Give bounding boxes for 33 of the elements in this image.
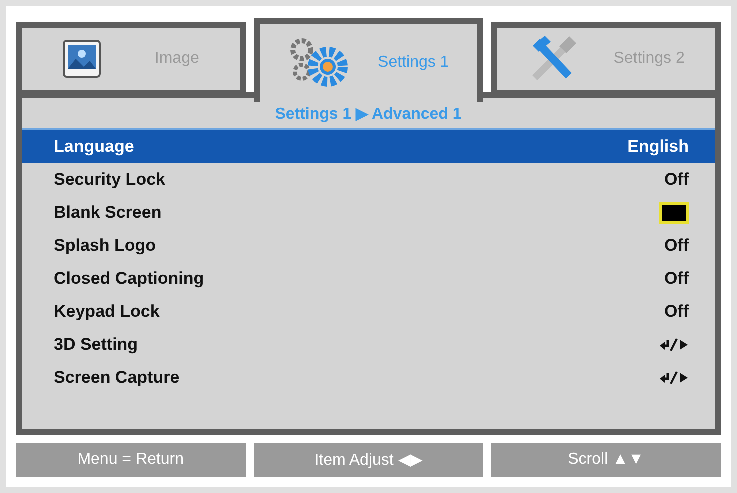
menu-row[interactable]: Security Lock Off [22, 163, 715, 196]
option-value: Off [664, 302, 689, 322]
color-swatch [659, 202, 689, 224]
menu-row[interactable]: Splash Logo Off [22, 229, 715, 262]
menu-row[interactable]: 3D Setting [22, 328, 715, 361]
option-value: Off [664, 268, 689, 288]
gears-icon [288, 37, 350, 89]
menu-row[interactable]: Screen Capture [22, 361, 715, 394]
menu-row[interactable]: Closed Captioning Off [22, 262, 715, 295]
option-label: Closed Captioning [54, 268, 204, 288]
option-value: English [628, 136, 689, 156]
option-label: 3D Setting [54, 334, 138, 354]
option-label: Security Lock [54, 170, 166, 190]
option-value: Off [664, 236, 689, 256]
enter-arrow-icon [659, 338, 689, 352]
option-label: Screen Capture [54, 368, 180, 388]
picture-icon [62, 39, 102, 79]
option-label: Language [54, 136, 134, 156]
breadcrumb: Settings 1 ▶ Advanced 1 [275, 105, 462, 125]
key-hint: Menu = Return [16, 443, 246, 477]
option-value: Off [664, 170, 689, 190]
option-label: Blank Screen [54, 202, 162, 222]
menu-row[interactable]: Blank Screen [22, 196, 715, 229]
key-hint: Scroll ▲▼ [491, 443, 722, 477]
key-hint: Item Adjust ◀▶ [254, 443, 484, 477]
menu-row[interactable]: Keypad Lock Off [22, 295, 715, 328]
enter-arrow-icon [659, 370, 689, 384]
tab-label: Settings 2 [614, 50, 685, 68]
menu-row[interactable]: Language English [22, 128, 715, 163]
option-label: Keypad Lock [54, 302, 160, 322]
option-label: Splash Logo [54, 236, 156, 256]
tab-label: Settings 1 [378, 54, 450, 72]
tab-label: Image [154, 50, 200, 68]
